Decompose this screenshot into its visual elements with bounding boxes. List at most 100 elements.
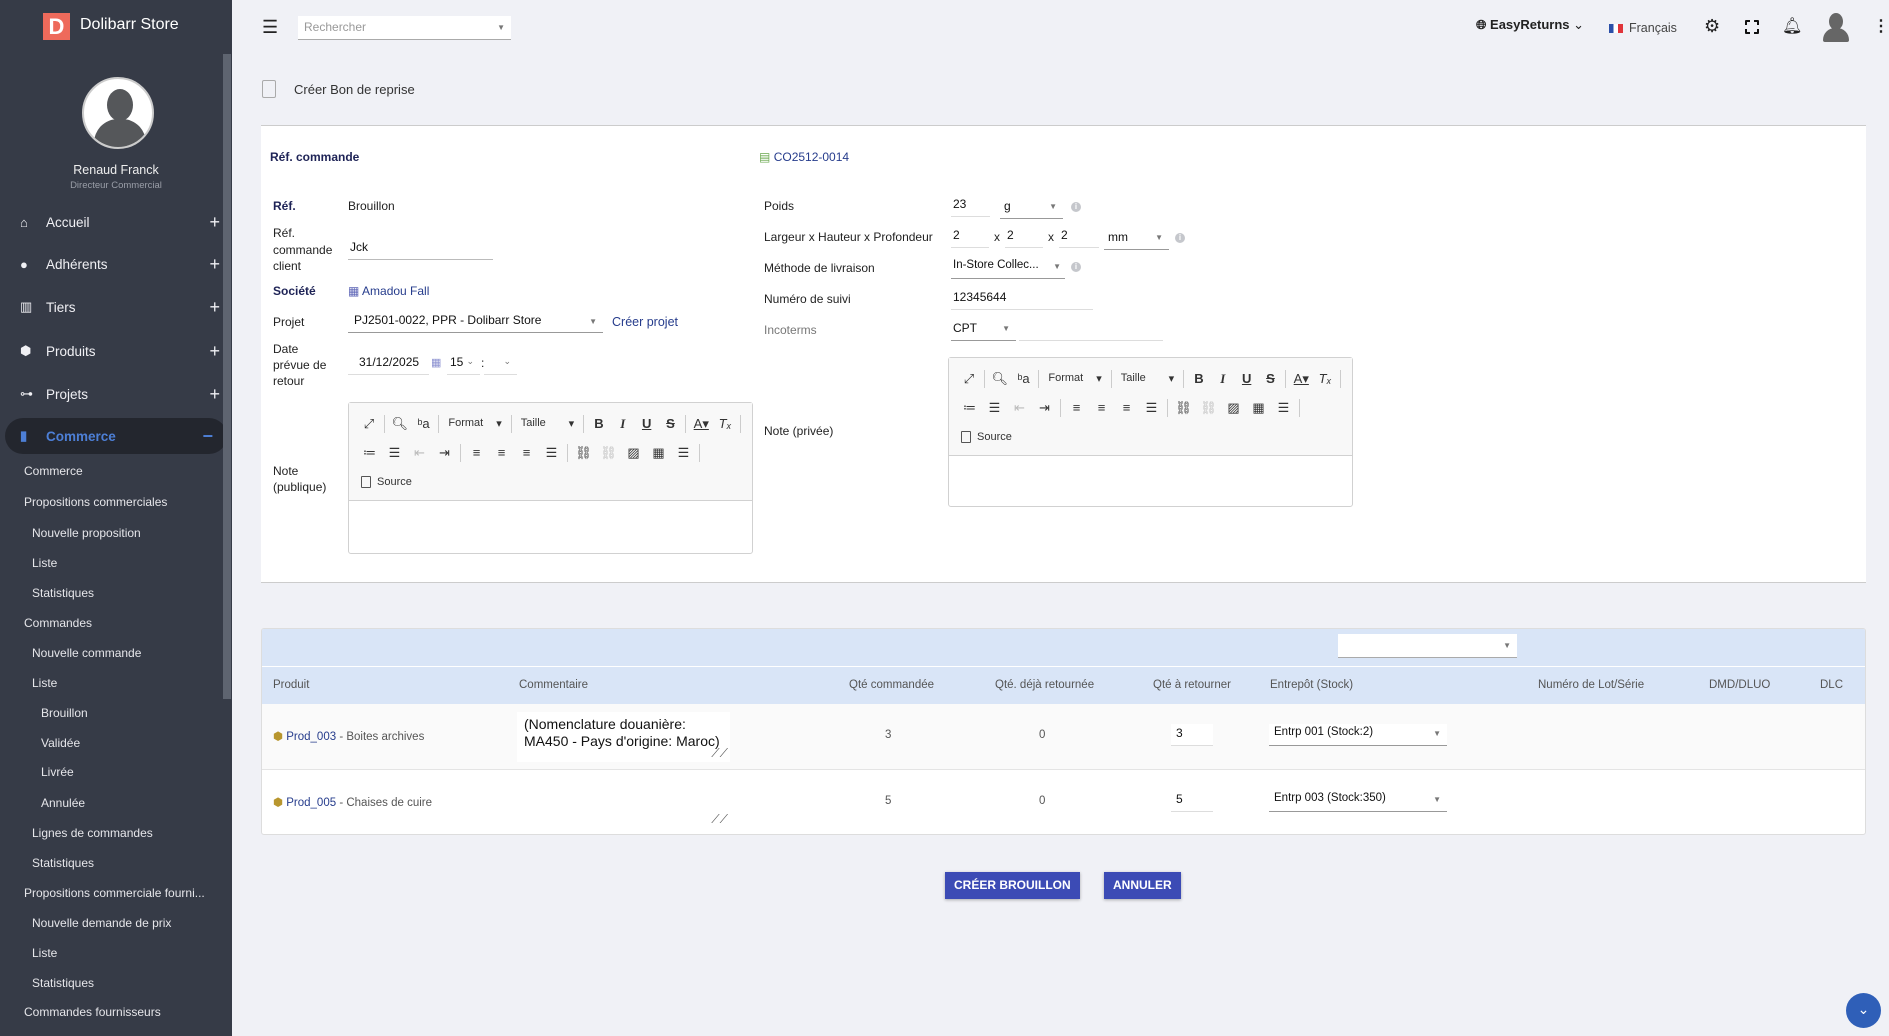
sidebar-subitem[interactable]: Statistiques <box>32 976 94 990</box>
date-input[interactable]: 31/12/2025 <box>348 353 429 375</box>
replace-icon[interactable]: ᵇa <box>1012 371 1036 386</box>
outdent-icon[interactable]: ⇤ <box>407 445 432 461</box>
indent-icon[interactable]: ⇥ <box>1032 400 1057 416</box>
underline-icon[interactable]: U <box>635 416 659 431</box>
scroll-down-button[interactable]: ⌄ <box>1846 993 1881 1028</box>
plus-icon[interactable]: + <box>209 341 220 362</box>
align-center-icon[interactable]: ≡ <box>489 445 514 460</box>
link-icon[interactable]: ⛓︎ <box>1171 400 1196 416</box>
unlink-icon[interactable]: ⛓︎ <box>1196 400 1221 416</box>
indent-icon[interactable]: ⇥ <box>432 445 457 461</box>
qty-to-return-input[interactable]: 3 <box>1171 724 1213 746</box>
create-draft-button[interactable]: CRÉER BROUILLON <box>945 872 1080 899</box>
incoterms-select[interactable]: CPT ▼ <box>951 319 1016 341</box>
remove-format-icon[interactable]: Tₓ <box>1313 371 1337 386</box>
sidebar-subitem[interactable]: Nouvelle demande de prix <box>32 916 171 930</box>
sidebar-subitem[interactable]: Liste <box>32 556 57 570</box>
profondeur-input[interactable]: 2 <box>1059 226 1099 248</box>
unlink-icon[interactable]: ⛓︎ <box>596 445 621 461</box>
hauteur-input[interactable]: 2 <box>1005 226 1043 248</box>
sidebar-subitem[interactable]: Livrée <box>41 765 74 779</box>
comment-textarea[interactable]: (Nomenclature douanière: MA450 - Pays d'… <box>517 712 730 762</box>
entity-switcher[interactable]: 🌐︎ EasyReturns ⌄ <box>1476 17 1584 33</box>
table-icon[interactable]: ▦ <box>1246 400 1271 416</box>
sidebar-subitem[interactable]: Annulée <box>41 796 85 810</box>
format-dropdown[interactable]: Format ▾ <box>1042 372 1107 385</box>
table-icon[interactable]: ▦ <box>646 445 671 461</box>
column-filter-select[interactable]: ▼ <box>1338 634 1517 658</box>
source-button[interactable]: Source <box>957 430 1012 443</box>
sidebar-item-projets[interactable]: ⊶ Projets + <box>20 379 220 409</box>
format-dropdown[interactable]: Format ▾ <box>442 417 507 430</box>
resize-handle-icon[interactable]: ⟋⟋ <box>711 811 728 828</box>
align-left-icon[interactable]: ≡ <box>1064 400 1089 415</box>
underline-icon[interactable]: U <box>1235 371 1259 386</box>
numbered-list-icon[interactable]: ≔ <box>357 445 382 461</box>
plus-icon[interactable]: + <box>209 254 220 275</box>
more-vertical-icon[interactable]: ⋮ <box>1873 16 1889 36</box>
sidebar-subitem[interactable]: Propositions commerciales <box>24 495 167 509</box>
align-center-icon[interactable]: ≡ <box>1089 400 1114 415</box>
note-privee-editor[interactable]: ⤢ 🔍︎ ᵇa Format ▾ Taille ▾ B I U S A▾ Tₓ ≔ ☰ ⇤ ⇥ ≡ ≡ ≡ ☰ ⛓︎ ⛓︎ ▨… <box>948 357 1353 507</box>
sidebar-subitem[interactable]: Statistiques <box>32 586 94 600</box>
warehouse-select[interactable]: Entrp 001 (Stock:2) ▼ <box>1269 724 1447 746</box>
sidebar-subitem[interactable]: Statistiques <box>32 856 94 870</box>
outdent-icon[interactable]: ⇤ <box>1007 400 1032 416</box>
largeur-input[interactable]: 2 <box>951 226 989 248</box>
sidebar-scrollbar[interactable] <box>223 54 231 699</box>
editor-content-area[interactable] <box>349 501 752 545</box>
poids-unit-select[interactable]: g ▼ <box>1000 197 1063 219</box>
projet-select[interactable]: PJ2501-0022, PPR - Dolibarr Store ▼ <box>348 311 603 333</box>
gear-icon[interactable]: ⚙ <box>1704 16 1720 37</box>
minus-icon[interactable]: − <box>202 426 213 447</box>
italic-icon[interactable]: I <box>611 416 635 432</box>
sidebar-subitem[interactable]: Commandes <box>24 616 92 630</box>
suivi-input[interactable]: 12345644 <box>951 288 1093 310</box>
poids-input[interactable]: 23 <box>951 195 990 217</box>
sidebar-item-tiers[interactable]: ▥ Tiers + <box>20 292 220 322</box>
sidebar-subitem[interactable]: Nouvelle proposition <box>32 526 141 540</box>
qty-to-return-input[interactable]: 5 <box>1171 790 1213 812</box>
bold-icon[interactable]: B <box>1187 371 1211 386</box>
image-icon[interactable]: ▨ <box>1221 400 1246 416</box>
find-icon[interactable]: 🔍︎ <box>388 416 412 432</box>
user-avatar[interactable] <box>82 77 154 149</box>
sidebar-subitem[interactable]: Validée <box>41 736 80 750</box>
logo[interactable]: D <box>43 13 70 40</box>
sidebar-item-commerce[interactable]: ▮ Commerce − <box>5 418 227 454</box>
dims-unit-select[interactable]: mm ▼ <box>1104 228 1169 250</box>
align-left-icon[interactable]: ≡ <box>464 445 489 460</box>
remove-format-icon[interactable]: Tₓ <box>713 416 737 431</box>
creer-projet-link[interactable]: Créer projet <box>612 315 678 329</box>
sidebar-item-accueil[interactable]: ⌂ Accueil + <box>20 207 220 237</box>
note-publique-editor[interactable]: ⤢ 🔍︎ ᵇa Format ▾ Taille ▾ B I U S A▾ Tₓ ≔ ☰ ⇤ ⇥ ≡ ≡ ≡ ☰ ⛓︎ ⛓︎ ▨… <box>348 402 753 554</box>
methode-select[interactable]: In-Store Collec... ▼ <box>951 257 1065 279</box>
text-color-icon[interactable]: A▾ <box>1289 371 1313 387</box>
cancel-button[interactable]: ANNULER <box>1104 872 1181 899</box>
plus-icon[interactable]: + <box>209 384 220 405</box>
size-dropdown[interactable]: Taille ▾ <box>1115 372 1180 385</box>
size-dropdown[interactable]: Taille ▾ <box>515 417 580 430</box>
comment-textarea[interactable]: ⟋⟋ <box>517 778 730 828</box>
hour-select[interactable]: 15 ⌄ <box>447 353 480 375</box>
sidebar-subitem[interactable]: Commandes fournisseurs <box>24 1005 161 1019</box>
horizontal-rule-icon[interactable]: ☰ <box>1271 400 1296 416</box>
info-icon[interactable]: i <box>1071 262 1081 272</box>
user-avatar-icon[interactable] <box>1823 13 1849 43</box>
sidebar-subitem[interactable]: Lignes de commandes <box>32 826 153 840</box>
bulleted-list-icon[interactable]: ☰ <box>982 400 1007 416</box>
calendar-icon[interactable]: ▦ <box>431 356 441 369</box>
link-icon[interactable]: ⛓︎ <box>571 445 596 461</box>
replace-icon[interactable]: ᵇa <box>412 416 436 431</box>
align-right-icon[interactable]: ≡ <box>1114 400 1139 415</box>
resize-handle-icon[interactable]: ⟋⟋ <box>711 745 728 762</box>
text-color-icon[interactable]: A▾ <box>689 416 713 432</box>
sidebar-item-adhérents[interactable]: ● Adhérents + <box>20 249 220 279</box>
plus-icon[interactable]: + <box>209 212 220 233</box>
italic-icon[interactable]: I <box>1211 371 1235 387</box>
sidebar-subitem[interactable]: Liste <box>32 676 57 690</box>
justify-icon[interactable]: ☰ <box>1139 400 1164 416</box>
product-link[interactable]: Prod_003 <box>286 731 336 743</box>
bell-icon[interactable]: 🔔︎ <box>1782 16 1802 36</box>
image-icon[interactable]: ▨ <box>621 445 646 461</box>
